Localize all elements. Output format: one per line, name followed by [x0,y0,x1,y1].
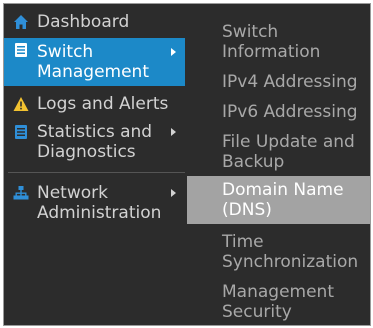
sub-item-label-line1: Management [222,282,334,302]
sub-item-switch-information[interactable]: Switch Information [187,22,370,62]
sub-item-label-line2: Security [222,302,292,322]
list-icon [15,43,27,57]
chevron-right-icon [171,128,176,136]
menu-item-label-line2: Management [37,62,149,82]
sub-item-label-line2: (DNS) [222,200,272,220]
menu-item-label: Dashboard [37,12,130,32]
sub-item-label-line1: File Update and [222,132,355,152]
sub-item-ipv4-addressing[interactable]: IPv4 Addressing [187,72,370,92]
sub-item-label-line2: Backup [222,152,285,172]
menu-item-logs-and-alerts[interactable]: Logs and Alerts [4,94,185,114]
sub-item-domain-name-dns[interactable]: Domain Name (DNS) [187,176,370,224]
sub-item-file-update-and-backup[interactable]: File Update and Backup [187,132,370,172]
sub-item-ipv6-addressing[interactable]: IPv6 Addressing [187,102,370,122]
network-icon [13,186,29,200]
sub-item-label-line2: Synchronization [222,252,359,272]
sub-item-management-security[interactable]: Management Security [187,282,370,322]
menu-item-label-line2: Diagnostics [37,142,136,162]
sub-item-label: IPv6 Addressing [222,102,358,122]
sub-item-time-synchronization[interactable]: Time Synchronization [187,232,370,272]
menu-item-label-line1: Statistics and [37,122,153,142]
sub-item-label-line1: Time [222,232,264,252]
menu-item-label-line2: Administration [37,203,162,223]
main-menu: Dashboard Switch Management Logs and Ale… [4,4,185,325]
chevron-right-icon [171,189,176,197]
menu-item-dashboard[interactable]: Dashboard [4,12,185,32]
chevron-right-icon [171,48,176,56]
sub-menu: Switch Information IPv4 Addressing IPv6 … [187,4,370,325]
home-icon [14,15,28,29]
menu-item-network-administration[interactable]: Network Administration [4,183,185,227]
sub-item-label-line1: Domain Name [222,180,344,200]
menu-divider [8,172,185,173]
menu-item-label: Logs and Alerts [37,94,169,114]
menu-item-statistics-and-diagnostics[interactable]: Statistics and Diagnostics [4,122,185,166]
list-icon [15,125,27,139]
sub-item-label-line1: Switch [222,22,279,42]
navigation-menu: Dashboard Switch Management Logs and Ale… [3,3,371,326]
menu-item-switch-management[interactable]: Switch Management [4,38,185,86]
sub-item-label: IPv4 Addressing [222,72,358,92]
sub-item-label-line2: Information [222,42,321,62]
menu-item-label-line1: Switch [37,42,94,62]
menu-item-label-line1: Network [37,183,108,203]
warning-icon [13,97,29,111]
